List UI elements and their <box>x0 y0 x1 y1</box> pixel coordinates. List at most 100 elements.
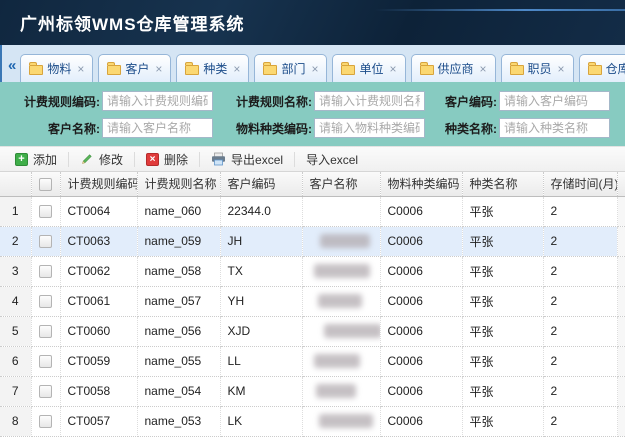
cell-storage-months: 2 <box>543 196 617 226</box>
col-type-name[interactable]: 种类名称 <box>462 172 543 196</box>
close-icon[interactable]: × <box>155 62 162 76</box>
redacted-customer-name <box>314 354 360 368</box>
folder-icon <box>341 65 355 75</box>
table-row[interactable]: 4 CT0061 name_057 YH C0006 平张 2 <box>0 286 625 316</box>
cell-customer-code: JH <box>220 226 302 256</box>
customer-name-input[interactable] <box>102 118 213 138</box>
close-icon[interactable]: × <box>311 62 318 76</box>
cell-storage-months: 2 <box>543 376 617 406</box>
edit-button[interactable]: 修改 <box>71 148 132 170</box>
select-all-checkbox[interactable] <box>39 178 52 191</box>
col-storage-months[interactable]: 存储时间(月) <box>543 172 617 196</box>
import-excel-button[interactable]: 导入excel <box>297 148 367 170</box>
tab-material[interactable]: 物料 × <box>20 54 93 82</box>
cell-material-type-code: C0006 <box>380 376 462 406</box>
cell-billing-rule-code: CT0062 <box>60 256 137 286</box>
cell-billing-rule-code: CT0061 <box>60 286 137 316</box>
tab-label: 种类 <box>203 60 227 77</box>
close-icon[interactable]: × <box>389 62 396 76</box>
tab-label: 物料 <box>47 60 71 77</box>
cell-customer-code: XJD <box>220 316 302 346</box>
titlebar-decoration <box>375 9 625 11</box>
col-customer-code[interactable]: 客户编码 <box>220 172 302 196</box>
table-row[interactable]: 5 CT0060 name_056 XJD C0006 平张 2 <box>0 316 625 346</box>
delete-button-label: 删除 <box>164 151 188 168</box>
col-billing-rule-name[interactable]: 计费规则名称 <box>137 172 220 196</box>
scrollbar-spacer <box>617 256 625 286</box>
cell-billing-rule-name: name_057 <box>137 286 220 316</box>
select-all-header <box>31 172 60 196</box>
tab-department[interactable]: 部门 × <box>254 54 327 82</box>
tab-supplier[interactable]: 供应商 × <box>411 54 496 82</box>
cell-billing-rule-name: name_060 <box>137 196 220 226</box>
table-row[interactable]: 1 CT0064 name_060 22344.0 C0006 平张 2 <box>0 196 625 226</box>
row-number: 4 <box>0 286 31 316</box>
scrollbar-spacer <box>617 226 625 256</box>
cell-material-type-code: C0006 <box>380 406 462 436</box>
cell-material-type-code: C0006 <box>380 226 462 256</box>
title-bar: 广州标领WMS仓库管理系统 <box>0 0 625 45</box>
scrollbar-spacer <box>617 196 625 226</box>
cell-customer-name <box>302 316 380 346</box>
cell-customer-code: KM <box>220 376 302 406</box>
scrollbar-spacer <box>617 172 625 196</box>
row-checkbox[interactable] <box>39 325 52 338</box>
grid-toolbar: + 添加 修改 × 删除 导出excel 导入excel <box>0 146 625 172</box>
material-type-code-input[interactable] <box>314 118 425 138</box>
row-checkbox[interactable] <box>39 265 52 278</box>
tab-customer[interactable]: 客户 × <box>98 54 171 82</box>
scrollbar-spacer <box>617 286 625 316</box>
billing-rule-code-input[interactable] <box>102 91 213 111</box>
delete-button[interactable]: × 删除 <box>137 148 197 170</box>
table-row[interactable]: 8 CT0057 name_053 LK C0006 平张 2 <box>0 406 625 436</box>
cell-type-name: 平张 <box>462 406 543 436</box>
pencil-icon <box>80 152 94 166</box>
cell-billing-rule-name: name_053 <box>137 406 220 436</box>
row-checkbox[interactable] <box>39 205 52 218</box>
table-row[interactable]: 3 CT0062 name_058 TX C0006 平张 2 <box>0 256 625 286</box>
billing-rule-name-input[interactable] <box>314 91 425 111</box>
col-material-type-code[interactable]: 物料种类编码 <box>380 172 462 196</box>
row-number: 2 <box>0 226 31 256</box>
cell-customer-name <box>302 226 380 256</box>
app-title: 广州标领WMS仓库管理系统 <box>20 10 245 35</box>
close-icon[interactable]: × <box>233 62 240 76</box>
redacted-customer-name <box>314 264 370 278</box>
row-checkbox[interactable] <box>39 415 52 428</box>
row-checkbox[interactable] <box>39 385 52 398</box>
tab-label: 单位 <box>359 60 383 77</box>
cell-material-type-code: C0006 <box>380 196 462 226</box>
table-row[interactable]: 2 CT0063 name_059 JH C0006 平张 2 <box>0 226 625 256</box>
row-number: 7 <box>0 376 31 406</box>
row-checkbox[interactable] <box>39 355 52 368</box>
tab-category[interactable]: 种类 × <box>176 54 249 82</box>
row-checkbox[interactable] <box>39 295 52 308</box>
cell-customer-name <box>302 376 380 406</box>
customer-code-input[interactable] <box>499 91 610 111</box>
type-name-input[interactable] <box>499 118 610 138</box>
cell-customer-code: LL <box>220 346 302 376</box>
add-button[interactable]: + 添加 <box>6 148 66 170</box>
cell-storage-months: 2 <box>543 256 617 286</box>
tab-bar: « 物料 × 客户 × 种类 × 部门 × 单位 × 供应商 <box>0 45 625 82</box>
close-icon[interactable]: × <box>480 62 487 76</box>
table-row[interactable]: 7 CT0058 name_054 KM C0006 平张 2 <box>0 376 625 406</box>
export-excel-button[interactable]: 导出excel <box>202 148 292 170</box>
folder-icon <box>510 65 524 75</box>
cell-type-name: 平张 <box>462 346 543 376</box>
row-checkbox[interactable] <box>39 235 52 248</box>
cell-billing-rule-name: name_059 <box>137 226 220 256</box>
row-number: 6 <box>0 346 31 376</box>
col-billing-rule-code[interactable]: 计费规则编码 <box>60 172 137 196</box>
collapse-sidebar-icon[interactable]: « <box>6 52 20 82</box>
tab-unit[interactable]: 单位 × <box>332 54 405 82</box>
cell-customer-code: TX <box>220 256 302 286</box>
folder-icon <box>185 65 199 75</box>
tab-staff[interactable]: 职员 × <box>501 54 574 82</box>
table-row[interactable]: 6 CT0059 name_055 LL C0006 平张 2 <box>0 346 625 376</box>
close-icon[interactable]: × <box>558 62 565 76</box>
col-customer-name[interactable]: 客户名称 <box>302 172 380 196</box>
tab-warehouse[interactable]: 仓库 × <box>579 54 625 82</box>
close-icon[interactable]: × <box>77 62 84 76</box>
tab-label: 职员 <box>528 60 552 77</box>
